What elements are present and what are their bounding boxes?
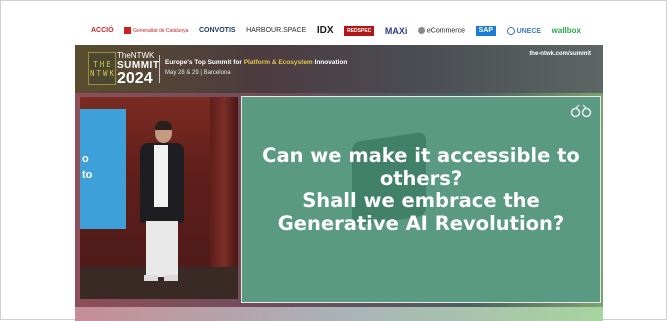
sponsor-ecommerce: eCommerce	[417, 26, 466, 35]
side-screen-text-1: o	[82, 153, 89, 165]
sponsor-generalitat-label: Generalitat de Catalunya	[133, 28, 189, 34]
sponsor-redspec: REDSPEC	[344, 26, 375, 36]
tagline-suffix: Innovation	[312, 59, 348, 66]
speaker-hair	[155, 121, 172, 130]
tagline-highlight: Platform & Ecosystem	[243, 59, 313, 66]
sponsor-sap: SAP	[475, 26, 496, 36]
infinity-glasses-icon	[570, 104, 592, 118]
speaker-trousers	[146, 221, 178, 277]
sponsor-idx: IDX	[316, 25, 334, 36]
slide-line-2: others?	[379, 166, 463, 190]
un-emblem-icon	[506, 26, 515, 35]
sponsor-ecommerce-label: eCommerce	[426, 27, 466, 35]
slide-question: Can we make it accessible to others? Sha…	[242, 144, 600, 235]
summit-year: 2024	[117, 70, 153, 87]
speaker-camera: o to	[80, 97, 238, 299]
presentation-slide: Can we make it accessible to others? Sha…	[241, 96, 601, 303]
logo-line-1: THE	[93, 59, 113, 69]
banner-divider	[159, 55, 160, 83]
sponsor-generalitat: Generalitat de Catalunya	[124, 27, 188, 35]
flag-icon	[124, 27, 132, 35]
summit-banner: THE NTWK TheNTWK SUMMIT 2024 Europe's To…	[75, 45, 603, 93]
slide-line-1: Can we make it accessible to	[262, 144, 580, 167]
sponsor-convotis: CONVOTIS	[199, 27, 236, 34]
summit-url: the-ntwk.com/summit	[529, 51, 591, 57]
sponsor-accio: ACCIÓ	[91, 27, 114, 34]
video-content: o to Can we make it accessible to others…	[75, 93, 603, 307]
sponsor-unece: UNECE	[506, 26, 542, 36]
summit-title: TheNTWK SUMMIT 2024	[117, 51, 159, 87]
side-screen-text-2: to	[82, 169, 93, 181]
sponsor-harbour-space: HARBOUR.SPACE	[246, 27, 307, 34]
sponsor-maxi: MAXi	[384, 26, 408, 36]
speaker-shirt	[154, 145, 168, 207]
logo-line-2: NTWK	[89, 68, 117, 78]
speaker-shoe-left	[144, 275, 158, 281]
side-screen: o to	[80, 109, 126, 229]
globe-icon	[417, 26, 425, 34]
speaker-shoe-right	[164, 275, 178, 281]
sponsor-unece-label: UNECE	[516, 27, 542, 35]
slide-line-4: Generative AI Revolution?	[277, 211, 565, 235]
video-frame: ACCIÓ Generalitat de Catalunya CONVOTIS …	[0, 0, 667, 321]
slide-line-3: Shall we embrace the	[302, 189, 540, 212]
tagline-prefix: Europe's Top Summit for	[165, 59, 244, 66]
summit-logo: THE NTWK	[88, 52, 116, 85]
summit-name: TheNTWK	[117, 51, 155, 60]
sponsor-bar: ACCIÓ Generalitat de Catalunya CONVOTIS …	[91, 19, 581, 43]
bottom-glow	[75, 307, 603, 321]
summit-dates: May 28 & 29 | Barcelona	[165, 70, 231, 76]
sponsor-wallbox: wallbox	[551, 26, 581, 35]
summit-tagline: Europe's Top Summit for Platform & Ecosy…	[165, 59, 347, 66]
